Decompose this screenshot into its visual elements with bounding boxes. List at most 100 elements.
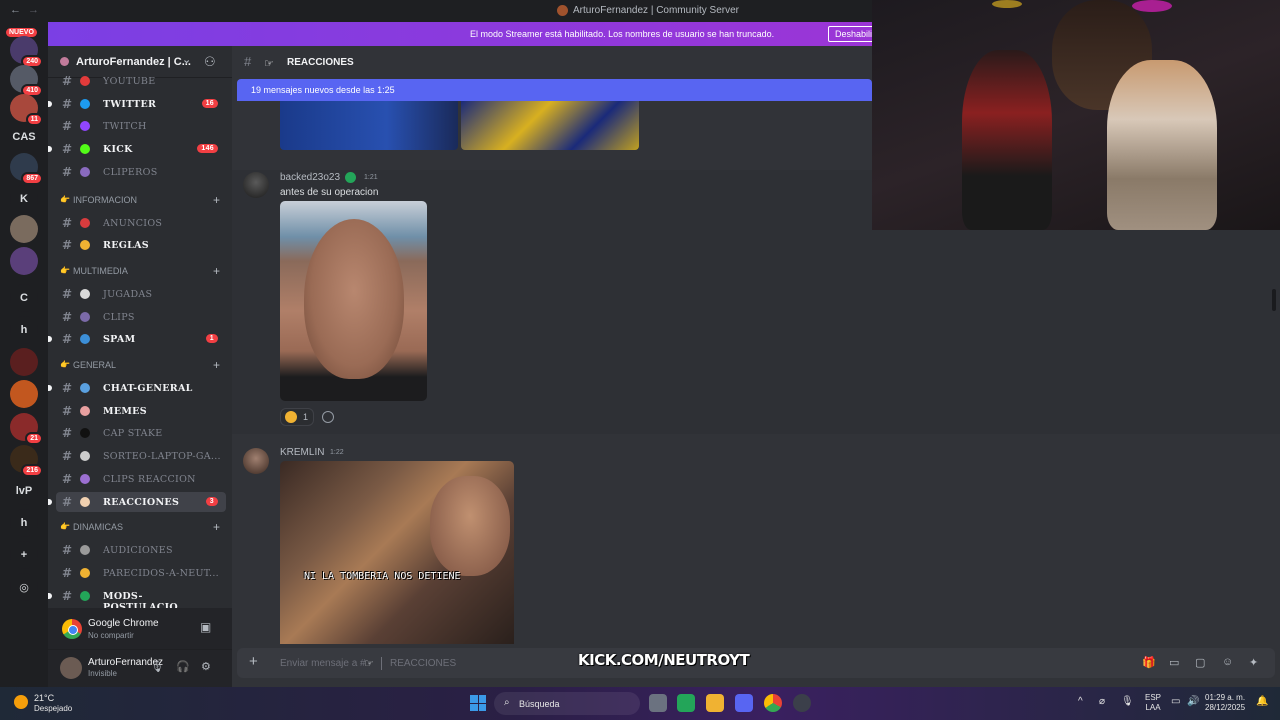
chrome-icon[interactable] [764, 694, 782, 712]
task-view-icon[interactable] [649, 694, 667, 712]
emoji-icon[interactable]: ☺ [1222, 656, 1233, 668]
display-icon[interactable]: ▭ [1171, 696, 1180, 707]
taskbar-search[interactable]: ⌕ Búsqueda [494, 692, 640, 715]
channel-emoji-icon [80, 240, 90, 251]
add-channel-icon[interactable]: + [213, 193, 220, 207]
invite-people-icon[interactable]: ⚇ [204, 54, 216, 70]
server-icon[interactable]: 867 [10, 153, 43, 185]
chat-scrollbar[interactable] [1272, 289, 1276, 311]
server-icon[interactable]: 11 [10, 94, 43, 126]
forward-button[interactable]: → [28, 4, 39, 16]
server-icon[interactable] [10, 215, 38, 243]
server-icon[interactable]: h [10, 316, 38, 344]
windows-start-icon[interactable] [470, 695, 486, 711]
channel-item[interactable]: # CLIPS REACCION [56, 469, 226, 489]
sticker-icon[interactable]: ▢ [1195, 656, 1205, 669]
channel-item[interactable]: # MEMES [56, 401, 226, 421]
channel-item[interactable]: # SORTEO-LAPTOP-GA... [56, 446, 226, 466]
file-explorer-icon[interactable] [706, 694, 724, 712]
server-icon[interactable]: 410 [10, 65, 43, 97]
channel-item[interactable]: # CHAT-GENERAL [48, 378, 226, 398]
minecraft-icon[interactable] [677, 694, 695, 712]
channel-item[interactable]: # SPAM 1 [48, 329, 226, 349]
server-icon[interactable]: 240 [10, 36, 43, 68]
message-timestamp: 1:21 [364, 174, 378, 181]
channel-item[interactable]: # ANUNCIOS [56, 213, 226, 233]
reaction-button[interactable]: 1 [280, 408, 314, 426]
category-header[interactable]: 👉 INFORMACION + [60, 193, 220, 209]
channel-label: YOUTUBE [103, 76, 156, 87]
notification-bell-icon[interactable]: 🔔 [1256, 696, 1268, 707]
category-header[interactable]: 👉 GENERAL + [60, 358, 220, 374]
server-icon[interactable] [10, 247, 38, 275]
microphone-icon[interactable]: 🎙 [150, 660, 164, 673]
server-icon[interactable]: h [10, 509, 38, 537]
server-icon[interactable]: 21 [10, 413, 43, 445]
channel-label: ANUNCIOS [103, 217, 163, 229]
gift-icon[interactable]: 🎁 [1142, 656, 1156, 669]
previous-image-1[interactable] [280, 101, 458, 150]
channel-item[interactable]: # PARECIDOS-A-NEUT... [56, 563, 226, 583]
add-channel-icon[interactable]: + [213, 264, 220, 278]
clock-date: 28/12/2025 [1205, 703, 1246, 712]
screen-share-icon[interactable]: ▣ [200, 620, 211, 634]
channel-item[interactable]: #MODS-POSTULACIO... [48, 586, 226, 613]
server-icon[interactable]: lvP [10, 477, 38, 505]
server-icon[interactable]: ◎ [10, 573, 38, 601]
lang-layout: LAA [1145, 703, 1161, 712]
channel-item[interactable]: # CLIPS [56, 307, 226, 327]
channel-item[interactable]: # AUDICIONES [56, 540, 226, 560]
server-icon[interactable]: C [10, 284, 38, 312]
message-image[interactable] [280, 201, 427, 401]
new-messages-bar[interactable]: 19 mensajes nuevos desde las 1:25 [237, 79, 872, 101]
server-icon[interactable]: K [10, 185, 38, 213]
add-channel-icon[interactable]: + [213, 358, 220, 372]
message-video[interactable]: NI LA TOMBERIA NOS DETIENE [280, 461, 514, 644]
channel-emoji-icon [80, 76, 90, 86]
category-header[interactable]: 👉 DINAMICAS + [60, 520, 220, 536]
server-icon[interactable]: CAS [10, 123, 38, 151]
channel-emoji-icon [80, 383, 90, 393]
gif-icon[interactable]: ▭ [1169, 656, 1179, 669]
channel-item[interactable]: # CAP STAKE [56, 423, 226, 443]
avatar[interactable] [60, 657, 82, 679]
avatar[interactable] [243, 448, 269, 474]
server-icon[interactable]: 216 [10, 445, 43, 477]
streamer-mode-banner: El modo Streamer está habilitado. Los no… [48, 22, 890, 46]
channel-item[interactable]: # TWITCH [56, 116, 226, 136]
discord-icon[interactable] [735, 694, 753, 712]
channel-item[interactable]: # JUGADAS [56, 284, 226, 304]
gear-icon[interactable]: ⚙ [201, 660, 211, 673]
server-icon[interactable]: + [10, 541, 38, 569]
language-indicator[interactable]: ESP LAA [1145, 693, 1161, 713]
message-composer[interactable]: + Enviar mensaje a # ☞ REACCIONES 🎁 ▭ ▢ … [237, 648, 1275, 678]
screen-share-panel: Google Chrome No compartir ▣ [48, 608, 232, 650]
server-icon[interactable] [10, 348, 38, 376]
headphones-icon[interactable]: 🎧 [176, 660, 190, 673]
add-reaction-icon[interactable] [322, 411, 334, 423]
channel-label: REACCIONES [103, 496, 180, 508]
channel-item[interactable]: # REGLAS [56, 235, 226, 255]
channel-item[interactable]: # TWITTER 16 [48, 94, 226, 114]
back-button[interactable]: ← [10, 4, 21, 16]
message-author[interactable]: KREMLIN [280, 447, 324, 458]
network-icon[interactable]: ⌀ [1099, 696, 1105, 707]
add-channel-icon[interactable]: + [213, 520, 220, 534]
microphone-icon[interactable]: 🎙 [1121, 696, 1134, 707]
previous-image-2[interactable] [461, 101, 639, 150]
channel-item[interactable]: # CLIPEROS [56, 162, 226, 182]
server-rail: NUEVO 240 410 11 CAS 867 K Ch 21 216 lvP h + ◎ [0, 22, 48, 687]
channel-item[interactable]: # REACCIONES 3 [48, 491, 226, 512]
apps-icon[interactable]: ✦ [1249, 656, 1258, 669]
obs-icon[interactable] [793, 694, 811, 712]
message-author[interactable]: backed23o23 [280, 172, 340, 183]
attach-plus-icon[interactable]: + [249, 653, 258, 670]
server-icon[interactable] [10, 380, 38, 408]
clock[interactable]: 01:29 a. m. 28/12/2025 [1205, 693, 1245, 713]
channel-item[interactable]: # KICK 146 [48, 139, 226, 159]
category-header[interactable]: 👉 MULTIMEDIA + [60, 264, 220, 280]
channel-item[interactable]: # YOUTUBE [56, 71, 226, 91]
chevron-up-icon[interactable]: ^ [1078, 696, 1083, 707]
avatar[interactable] [243, 172, 269, 198]
volume-icon[interactable]: 🔊 [1187, 696, 1199, 707]
